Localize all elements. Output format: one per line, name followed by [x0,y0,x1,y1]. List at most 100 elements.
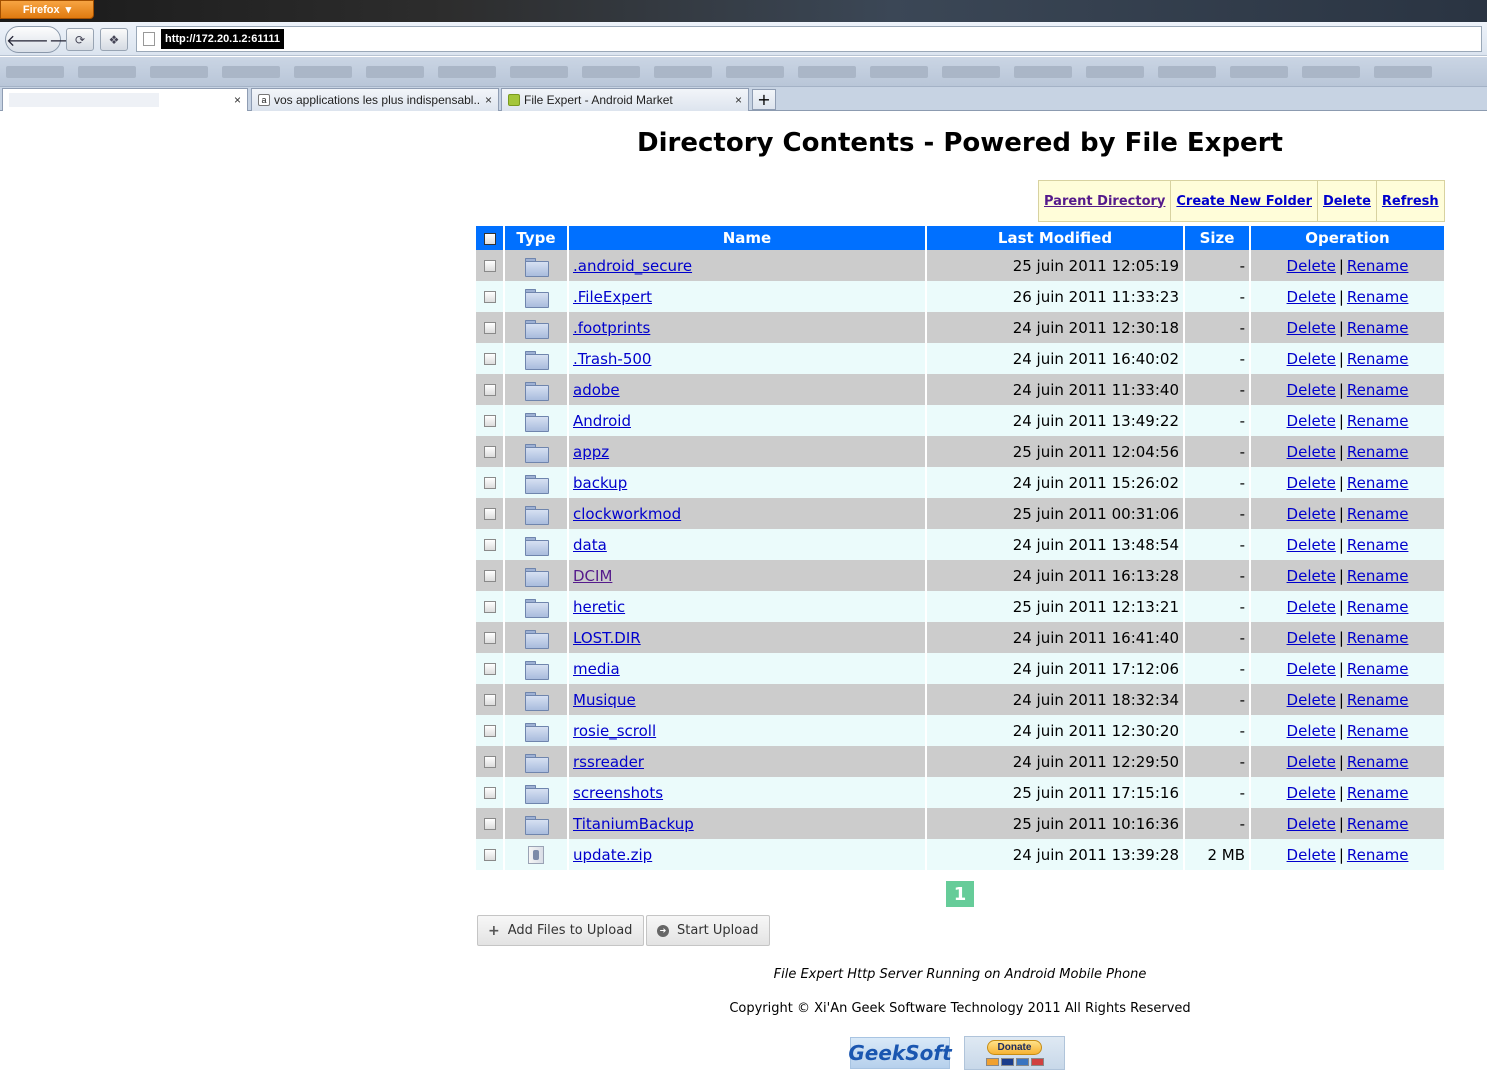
create-new-folder-link[interactable]: Create New Folder [1170,181,1317,221]
bookmark-item[interactable] [1158,65,1216,78]
page-number-current[interactable]: 1 [946,881,974,907]
row-rename-link[interactable]: Rename [1347,257,1409,275]
row-checkbox[interactable] [483,477,496,489]
file-name-link[interactable]: rosie_scroll [573,722,656,740]
row-delete-link[interactable]: Delete [1287,846,1336,864]
row-checkbox[interactable] [483,694,496,706]
row-rename-link[interactable]: Rename [1347,412,1409,430]
reload-button[interactable]: ⟳ [66,28,94,51]
file-name-link[interactable]: .footprints [573,319,650,337]
start-upload-button[interactable]: ➜ Start Upload [646,915,770,946]
file-name-link[interactable]: DCIM [573,567,612,585]
row-rename-link[interactable]: Rename [1347,319,1409,337]
row-checkbox[interactable] [483,632,496,644]
firefox-menu-button[interactable]: Firefox ▾ [0,0,94,19]
refresh-link[interactable]: Refresh [1375,181,1444,221]
bookmark-item[interactable] [510,65,568,78]
row-delete-link[interactable]: Delete [1287,815,1336,833]
row-checkbox[interactable] [483,663,496,675]
tab-android-market[interactable]: File Expert - Android Market × [501,88,749,111]
row-rename-link[interactable]: Rename [1347,815,1409,833]
row-delete-link[interactable]: Delete [1287,722,1336,740]
row-delete-link[interactable]: Delete [1287,474,1336,492]
row-rename-link[interactable]: Rename [1347,629,1409,647]
row-delete-link[interactable]: Delete [1287,350,1336,368]
close-icon[interactable]: × [234,93,241,107]
row-checkbox[interactable] [483,849,496,861]
row-delete-link[interactable]: Delete [1287,784,1336,802]
bookmark-item[interactable] [798,65,856,78]
bookmark-item[interactable] [1302,65,1360,78]
file-name-link[interactable]: appz [573,443,609,461]
url-bar[interactable]: http://172.20.1.2:61111 [136,26,1482,52]
home-button[interactable]: ❖ [100,28,128,51]
file-name-link[interactable]: backup [573,474,627,492]
bookmark-item[interactable] [366,65,424,78]
row-rename-link[interactable]: Rename [1347,443,1409,461]
row-checkbox[interactable] [483,756,496,768]
row-rename-link[interactable]: Rename [1347,350,1409,368]
row-checkbox[interactable] [483,446,496,458]
close-icon[interactable]: × [485,93,492,107]
row-rename-link[interactable]: Rename [1347,381,1409,399]
row-rename-link[interactable]: Rename [1347,691,1409,709]
bookmark-item[interactable] [582,65,640,78]
tab-applications[interactable]: a vos applications les plus indispensabl… [251,88,499,111]
row-checkbox[interactable] [483,601,496,613]
row-checkbox[interactable] [483,291,496,303]
tab-blank[interactable]: × [2,88,248,111]
close-icon[interactable]: × [735,93,742,107]
paypal-donate-button[interactable]: Donate [964,1036,1065,1070]
file-name-link[interactable]: .Trash-500 [573,350,651,368]
row-checkbox[interactable] [483,353,496,365]
file-name-link[interactable]: clockworkmod [573,505,681,523]
row-checkbox[interactable] [483,539,496,551]
file-name-link[interactable]: heretic [573,598,625,616]
row-checkbox[interactable] [483,725,496,737]
new-tab-button[interactable]: + [752,89,776,110]
bookmark-item[interactable] [78,65,136,78]
bookmark-item[interactable] [1086,65,1144,78]
row-rename-link[interactable]: Rename [1347,722,1409,740]
row-rename-link[interactable]: Rename [1347,598,1409,616]
row-checkbox[interactable] [483,384,496,396]
parent-directory-link[interactable]: Parent Directory [1039,181,1170,221]
row-checkbox[interactable] [483,508,496,520]
file-name-link[interactable]: data [573,536,607,554]
back-arrow-icon[interactable]: 🡐 [6,30,49,50]
file-name-link[interactable]: .android_secure [573,257,692,275]
file-name-link[interactable]: update.zip [573,846,652,864]
row-delete-link[interactable]: Delete [1287,257,1336,275]
row-rename-link[interactable]: Rename [1347,753,1409,771]
file-name-link[interactable]: Musique [573,691,636,709]
bookmark-item[interactable] [150,65,208,78]
file-name-link[interactable]: media [573,660,620,678]
row-delete-link[interactable]: Delete [1287,412,1336,430]
file-name-link[interactable]: TitaniumBackup [573,815,694,833]
row-delete-link[interactable]: Delete [1287,567,1336,585]
bookmark-item[interactable] [942,65,1000,78]
bookmark-item[interactable] [6,65,64,78]
row-checkbox[interactable] [483,787,496,799]
bookmark-item[interactable] [294,65,352,78]
row-delete-link[interactable]: Delete [1287,660,1336,678]
select-all-checkbox[interactable] [483,232,496,245]
row-checkbox[interactable] [483,570,496,582]
file-name-link[interactable]: LOST.DIR [573,629,641,647]
geeksoft-logo[interactable]: GeekSoft [848,1037,952,1069]
row-delete-link[interactable]: Delete [1287,753,1336,771]
row-delete-link[interactable]: Delete [1287,598,1336,616]
bookmark-item[interactable] [222,65,280,78]
row-delete-link[interactable]: Delete [1287,505,1336,523]
row-delete-link[interactable]: Delete [1287,288,1336,306]
bookmark-item[interactable] [654,65,712,78]
bookmark-item[interactable] [438,65,496,78]
row-delete-link[interactable]: Delete [1287,691,1336,709]
delete-link[interactable]: Delete [1317,181,1376,221]
bookmark-item[interactable] [1014,65,1072,78]
bookmark-item[interactable] [726,65,784,78]
row-checkbox[interactable] [483,322,496,334]
row-rename-link[interactable]: Rename [1347,505,1409,523]
row-rename-link[interactable]: Rename [1347,567,1409,585]
row-rename-link[interactable]: Rename [1347,846,1409,864]
